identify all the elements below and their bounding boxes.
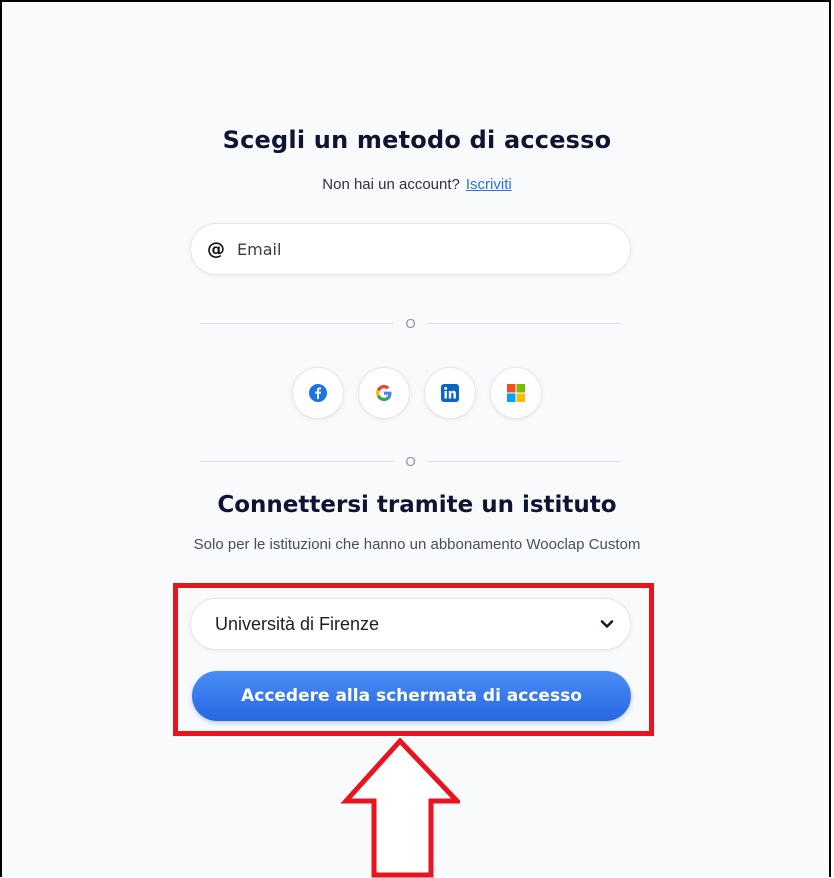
social-login-buttons	[0, 367, 834, 419]
institution-title: Connettersi tramite un istituto	[217, 492, 617, 518]
microsoft-icon	[507, 384, 525, 402]
login-title: Scegli un metodo di accesso	[222, 126, 612, 154]
linkedin-icon	[441, 384, 459, 402]
facebook-login-button[interactable]	[292, 367, 344, 419]
separator-label: O	[405, 453, 416, 469]
annotation-highlight-box	[173, 583, 654, 736]
signup-prompt: Non hai un account? Iscriviti	[0, 176, 834, 193]
at-sign-icon: @	[207, 238, 225, 260]
facebook-icon	[309, 384, 327, 402]
separator-or-2: O	[200, 453, 621, 469]
signup-link[interactable]: Iscriviti	[466, 176, 512, 193]
institution-subtitle: Solo per le istituzioni che hanno un abb…	[193, 536, 641, 553]
no-account-text: Non hai un account?	[322, 176, 460, 193]
google-icon	[376, 385, 392, 401]
microsoft-login-button[interactable]	[490, 367, 542, 419]
email-input[interactable]	[235, 238, 609, 260]
email-field[interactable]: @	[190, 223, 631, 275]
separator-label: O	[405, 315, 416, 331]
separator-or-1: O	[200, 315, 621, 331]
google-login-button[interactable]	[358, 367, 410, 419]
annotation-arrow-up-icon	[340, 738, 460, 878]
linkedin-login-button[interactable]	[424, 367, 476, 419]
